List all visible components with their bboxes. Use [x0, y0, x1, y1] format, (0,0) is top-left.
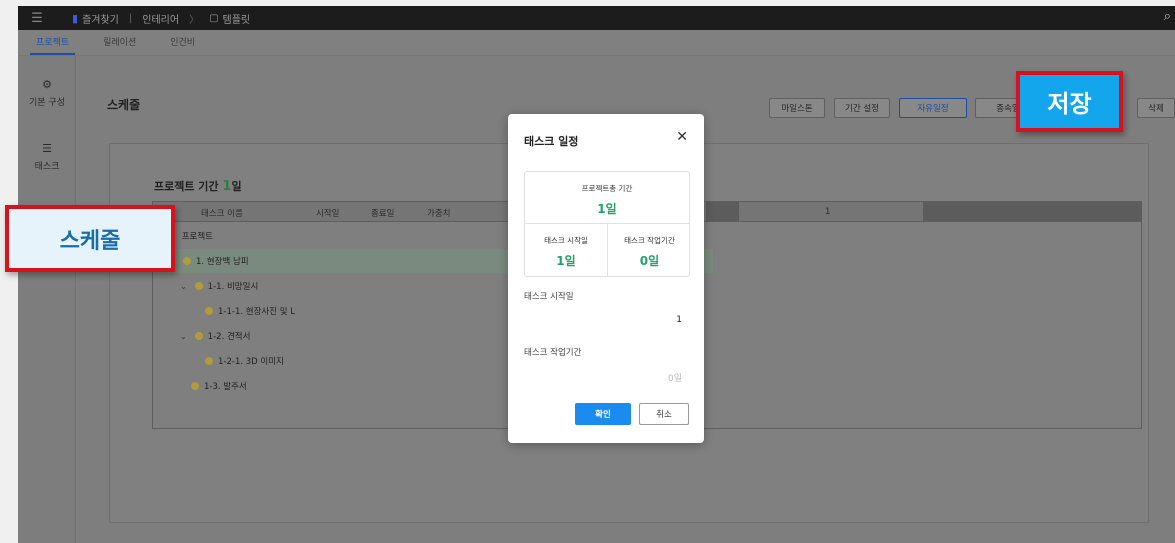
free-schedule-button[interactable]: 자유일정: [899, 98, 967, 118]
list-icon: ☰: [42, 142, 52, 155]
tab-relation[interactable]: 릴레이션: [97, 35, 142, 55]
folder-icon: [191, 382, 199, 390]
summary-total-label: 프로젝트총 기간: [581, 184, 633, 193]
search-icon[interactable]: ⌕: [1164, 9, 1171, 24]
duration-field-input[interactable]: 0일: [668, 371, 682, 384]
close-icon[interactable]: ✕: [676, 129, 688, 145]
chevron-down-icon[interactable]: ⌄: [180, 282, 187, 291]
document-icon: ▢: [209, 12, 219, 24]
task-schedule-dialog: 태스크 일정 ✕ 프로젝트총 기간 1일 태스크 시작일 1일 태스크 작업기간…: [508, 114, 704, 443]
callout-schedule: 스케줄: [5, 205, 175, 272]
summary-start: 태스크 시작일 1일: [525, 224, 608, 277]
tab-bar: 프로젝트 릴레이션 인건비: [18, 30, 1175, 56]
duration-field-label: 태스크 작업기간: [524, 348, 582, 358]
project-period-label: 프로젝트 기간: [154, 180, 219, 193]
milestone-button[interactable]: 마일스톤: [769, 98, 825, 118]
delete-button[interactable]: 삭제: [1137, 98, 1175, 118]
column-weight: 가중치: [427, 209, 451, 219]
tree-row-label: 1-3. 발주서: [204, 382, 247, 392]
tree-row-label: 프로젝트: [181, 232, 213, 242]
timeline-header-cell: [706, 202, 739, 221]
column-task-name: 태스크 이름: [201, 209, 243, 219]
summary-total-value: 1일: [597, 202, 617, 216]
gear-icon: ⚙: [42, 78, 52, 91]
menu-icon[interactable]: ☰: [18, 11, 56, 26]
side-nav: ⚙ 기본 구성 ☰ 태스크: [18, 56, 76, 543]
breadcrumb-template[interactable]: 템플릿: [223, 11, 251, 26]
folder-icon: [183, 257, 191, 265]
summary-start-label: 태스크 시작일: [544, 236, 588, 245]
divider: |: [128, 12, 133, 24]
sidebar-item-label: 태스크: [34, 162, 60, 172]
chevron-down-icon[interactable]: ⌄: [180, 332, 187, 341]
summary-start-value: 1일: [556, 254, 576, 268]
tree-row-label: 1-1. 비망일시: [207, 282, 259, 292]
summary-duration: 태스크 작업기간 0일: [608, 224, 691, 277]
breadcrumb-interior[interactable]: 인테리어: [142, 11, 179, 26]
start-field-label: 태스크 시작일: [524, 292, 574, 302]
summary-total: 프로젝트총 기간 1일: [525, 172, 689, 224]
tree-row-label: 1. 현장백 남피: [196, 257, 249, 267]
period-setting-button[interactable]: 기간 설정: [834, 98, 890, 118]
summary-duration-label: 태스크 작업기간: [624, 236, 675, 245]
tree-row-label: 1-2. 견적서: [207, 332, 251, 342]
column-end: 종료일: [371, 209, 395, 219]
tab-labor-cost[interactable]: 인건비: [164, 35, 201, 55]
top-bar: ☰ ▮ 즐겨찾기 | 인테리어 〉 ▢ 템플릿 ⌕: [18, 6, 1175, 30]
sidebar-item-basic[interactable]: ⚙ 기본 구성: [18, 78, 76, 108]
callout-save: 저장: [1016, 71, 1123, 132]
schedule-summary: 프로젝트총 기간 1일 태스크 시작일 1일 태스크 작업기간 0일: [524, 171, 690, 277]
timeline-header-cell: [923, 202, 1142, 221]
folder-icon: [194, 332, 203, 340]
tree-row-label: 1-1-1. 현장사진 및 L: [218, 307, 296, 317]
dialog-title: 태스크 일정: [524, 135, 579, 148]
summary-duration-value: 0일: [639, 254, 660, 268]
cancel-button[interactable]: 취소: [639, 403, 689, 425]
start-field-input[interactable]: 1: [676, 315, 682, 325]
folder-icon: [205, 307, 213, 315]
folder-icon: [194, 282, 203, 290]
project-period: 프로젝트 기간 1일: [154, 178, 242, 194]
sidebar-item-label: 기본 구성: [29, 98, 65, 108]
tab-project[interactable]: 프로젝트: [30, 35, 76, 55]
tree-row-label: 1-2-1. 3D 이미지: [218, 357, 284, 367]
chevron-right-icon: 〉: [189, 14, 200, 26]
bookmark-icon[interactable]: ▮: [72, 12, 78, 25]
folder-icon: [205, 357, 213, 365]
sidebar-item-task[interactable]: ☰ 태스크: [18, 142, 76, 172]
page-title: 스케줄: [107, 98, 141, 112]
project-period-unit: 일: [231, 180, 242, 193]
timeline-label: 1: [825, 207, 831, 217]
confirm-button[interactable]: 확인: [575, 403, 631, 425]
bookmark-link[interactable]: 즐겨찾기: [82, 11, 119, 26]
column-start: 시작일: [316, 209, 340, 219]
